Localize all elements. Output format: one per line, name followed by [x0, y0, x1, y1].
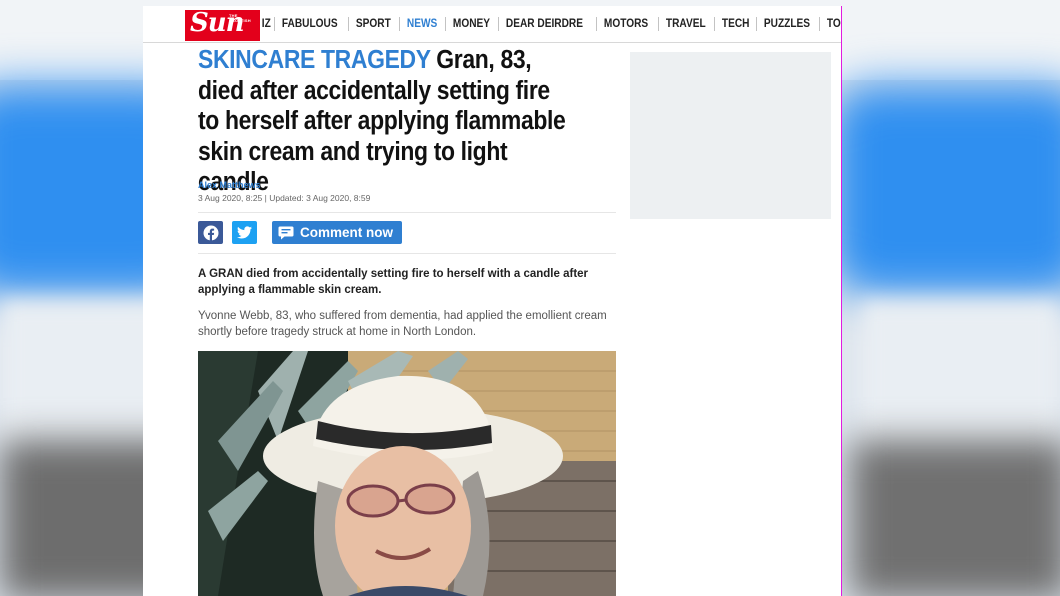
- nav-item-tech[interactable]: TECH: [713, 17, 757, 31]
- comment-now-button[interactable]: Comment now: [272, 221, 402, 244]
- article-photo[interactable]: [198, 351, 616, 596]
- author-link[interactable]: Alex Matthews: [198, 180, 261, 190]
- ad-placeholder[interactable]: [630, 52, 831, 219]
- divider: [198, 212, 616, 213]
- publish-dates: 3 Aug 2020, 8:25 | Updated: 3 Aug 2020, …: [198, 193, 371, 203]
- nav-item-sport[interactable]: SPORT: [348, 17, 398, 31]
- nav-item-dear-deirdre[interactable]: DEAR DEIRDRE: [497, 17, 590, 31]
- twitter-icon: [237, 226, 252, 239]
- divider: [198, 253, 616, 254]
- nav-item-news[interactable]: NEWS: [399, 17, 444, 31]
- nav-item-travel[interactable]: TRAVEL: [657, 17, 713, 31]
- nav-item-money[interactable]: MONEY: [444, 17, 497, 31]
- nav-item-topics[interactable]: TOPICS A-Z: [819, 17, 841, 31]
- facebook-share-button[interactable]: [198, 221, 223, 244]
- comment-now-label: Comment now: [300, 225, 393, 240]
- article-page: Sun THE SCOTTISH IZ FABULOUS SPORT NEWS …: [143, 6, 842, 596]
- article-lede: A GRAN died from accidentally setting fi…: [198, 268, 589, 296]
- article-body-paragraph: Yvonne Webb, 83, who suffered from demen…: [198, 310, 607, 338]
- twitter-share-button[interactable]: [232, 221, 257, 244]
- sun-logo[interactable]: Sun THE SCOTTISH: [185, 8, 260, 41]
- facebook-icon: [203, 225, 218, 240]
- nav-item-fabulous[interactable]: FABULOUS: [274, 17, 345, 31]
- headline-kicker[interactable]: SKINCARE TRAGEDY: [198, 46, 431, 74]
- comment-icon: [278, 226, 294, 239]
- nav-item-puzzles[interactable]: PUZZLES: [756, 17, 817, 31]
- nav-item-motors[interactable]: MOTORS: [596, 17, 655, 31]
- share-bar: Comment now: [198, 221, 402, 244]
- main-nav: IZ FABULOUS SPORT NEWS MONEY DEAR DEIRDR…: [260, 6, 841, 42]
- article-headline: SKINCARE TRAGEDY Gran, 83, died after ac…: [198, 45, 574, 198]
- photo-woman-in-hat: [198, 351, 616, 596]
- top-navigation-bar: Sun THE SCOTTISH IZ FABULOUS SPORT NEWS …: [143, 6, 841, 43]
